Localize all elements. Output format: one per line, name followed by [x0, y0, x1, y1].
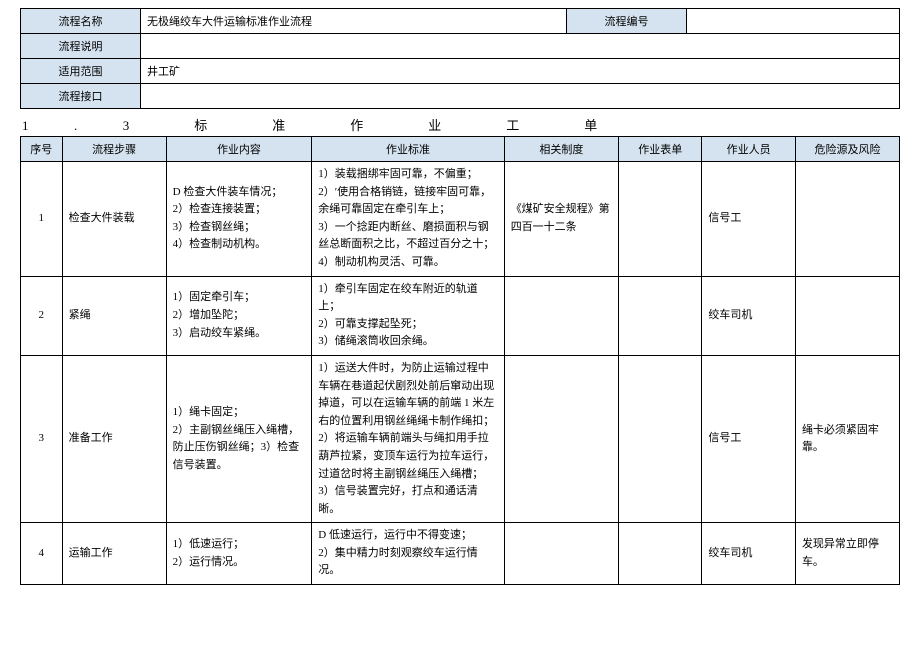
table-row: 2紧绳1）固定牵引车； 2）增加坠陀； 3）启动绞车紧绳。1）牵引车固定在绞车附… [21, 276, 900, 355]
cell-content: 1）绳卡固定； 2）主副钢丝绳压入绳槽，防止压伤钢丝绳；3）检查信号装置。 [166, 355, 312, 522]
cell-staff: 信号工 [702, 355, 796, 522]
cell-regs: 《煤矿安全规程》第四百一十二条 [504, 162, 618, 277]
cell-risk [795, 162, 899, 277]
cell-step: 紧绳 [62, 276, 166, 355]
meta-label-scope: 适用范围 [21, 59, 141, 84]
header-standard: 作业标准 [312, 137, 504, 162]
cell-seq: 3 [21, 355, 63, 522]
meta-label-name: 流程名称 [21, 9, 141, 34]
cell-standard: 1）运送大件时，为防止运输过程中车辆在巷道起伏剧烈处前后窜动出现掉道，可以在运输… [312, 355, 504, 522]
meta-value-desc [141, 34, 900, 59]
cell-step: 检查大件装载 [62, 162, 166, 277]
meta-value-scope: 井工矿 [141, 59, 900, 84]
data-table: 序号 流程步骤 作业内容 作业标准 相关制度 作业表单 作业人员 危险源及风险 … [20, 136, 900, 585]
meta-value-code [687, 9, 900, 34]
cell-standard: 1）牵引车固定在绞车附近的轨道上； 2）可靠支撑起坠死； 3）储绳滚筒收回余绳。 [312, 276, 504, 355]
cell-content: D 检查大件装车情况； 2）检查连接装置； 3）检查钢丝绳； 4）检查制动机构。 [166, 162, 312, 277]
cell-step: 运输工作 [62, 523, 166, 585]
header-form: 作业表单 [619, 137, 702, 162]
cell-form [619, 276, 702, 355]
cell-seq: 1 [21, 162, 63, 277]
table-row: 3准备工作1）绳卡固定； 2）主副钢丝绳压入绳槽，防止压伤钢丝绳；3）检查信号装… [21, 355, 900, 522]
cell-step: 准备工作 [62, 355, 166, 522]
meta-label-iface: 流程接口 [21, 84, 141, 109]
cell-form [619, 355, 702, 522]
section-title: 1 . 3 标 准 作 业 工 单 [22, 115, 900, 134]
meta-value-iface [141, 84, 900, 109]
cell-regs [504, 355, 618, 522]
cell-content: 1）固定牵引车； 2）增加坠陀； 3）启动绞车紧绳。 [166, 276, 312, 355]
cell-form [619, 162, 702, 277]
cell-risk: 绳卡必须紧固牢靠。 [795, 355, 899, 522]
cell-standard: D 低速运行，运行中不得变速； 2）集中精力时刻观察绞车运行情况。 [312, 523, 504, 585]
cell-risk: 发现异常立即停 车。 [795, 523, 899, 585]
meta-value-name: 无极绳绞车大件运输标准作业流程 [141, 9, 567, 34]
table-row: 1检查大件装载D 检查大件装车情况； 2）检查连接装置； 3）检查钢丝绳； 4）… [21, 162, 900, 277]
cell-staff: 绞车司机 [702, 276, 796, 355]
cell-content: 1）低速运行； 2）运行情况。 [166, 523, 312, 585]
cell-standard: 1）装载捆绑牢固可靠，不偏重； 2）′使用合格销链，链接牢固可靠，余绳可靠固定在… [312, 162, 504, 277]
cell-staff: 绞车司机 [702, 523, 796, 585]
cell-risk [795, 276, 899, 355]
header-risk: 危险源及风险 [795, 137, 899, 162]
header-step: 流程步骤 [62, 137, 166, 162]
cell-regs [504, 276, 618, 355]
table-row: 4运输工作1）低速运行； 2）运行情况。D 低速运行，运行中不得变速； 2）集中… [21, 523, 900, 585]
meta-label-code: 流程编号 [567, 9, 687, 34]
header-staff: 作业人员 [702, 137, 796, 162]
meta-label-desc: 流程说明 [21, 34, 141, 59]
cell-staff: 信号工 [702, 162, 796, 277]
meta-table: 流程名称 无极绳绞车大件运输标准作业流程 流程编号 流程说明 适用范围 井工矿 … [20, 8, 900, 109]
header-seq: 序号 [21, 137, 63, 162]
cell-seq: 2 [21, 276, 63, 355]
cell-regs [504, 523, 618, 585]
cell-form [619, 523, 702, 585]
header-content: 作业内容 [166, 137, 312, 162]
cell-seq: 4 [21, 523, 63, 585]
header-regs: 相关制度 [504, 137, 618, 162]
